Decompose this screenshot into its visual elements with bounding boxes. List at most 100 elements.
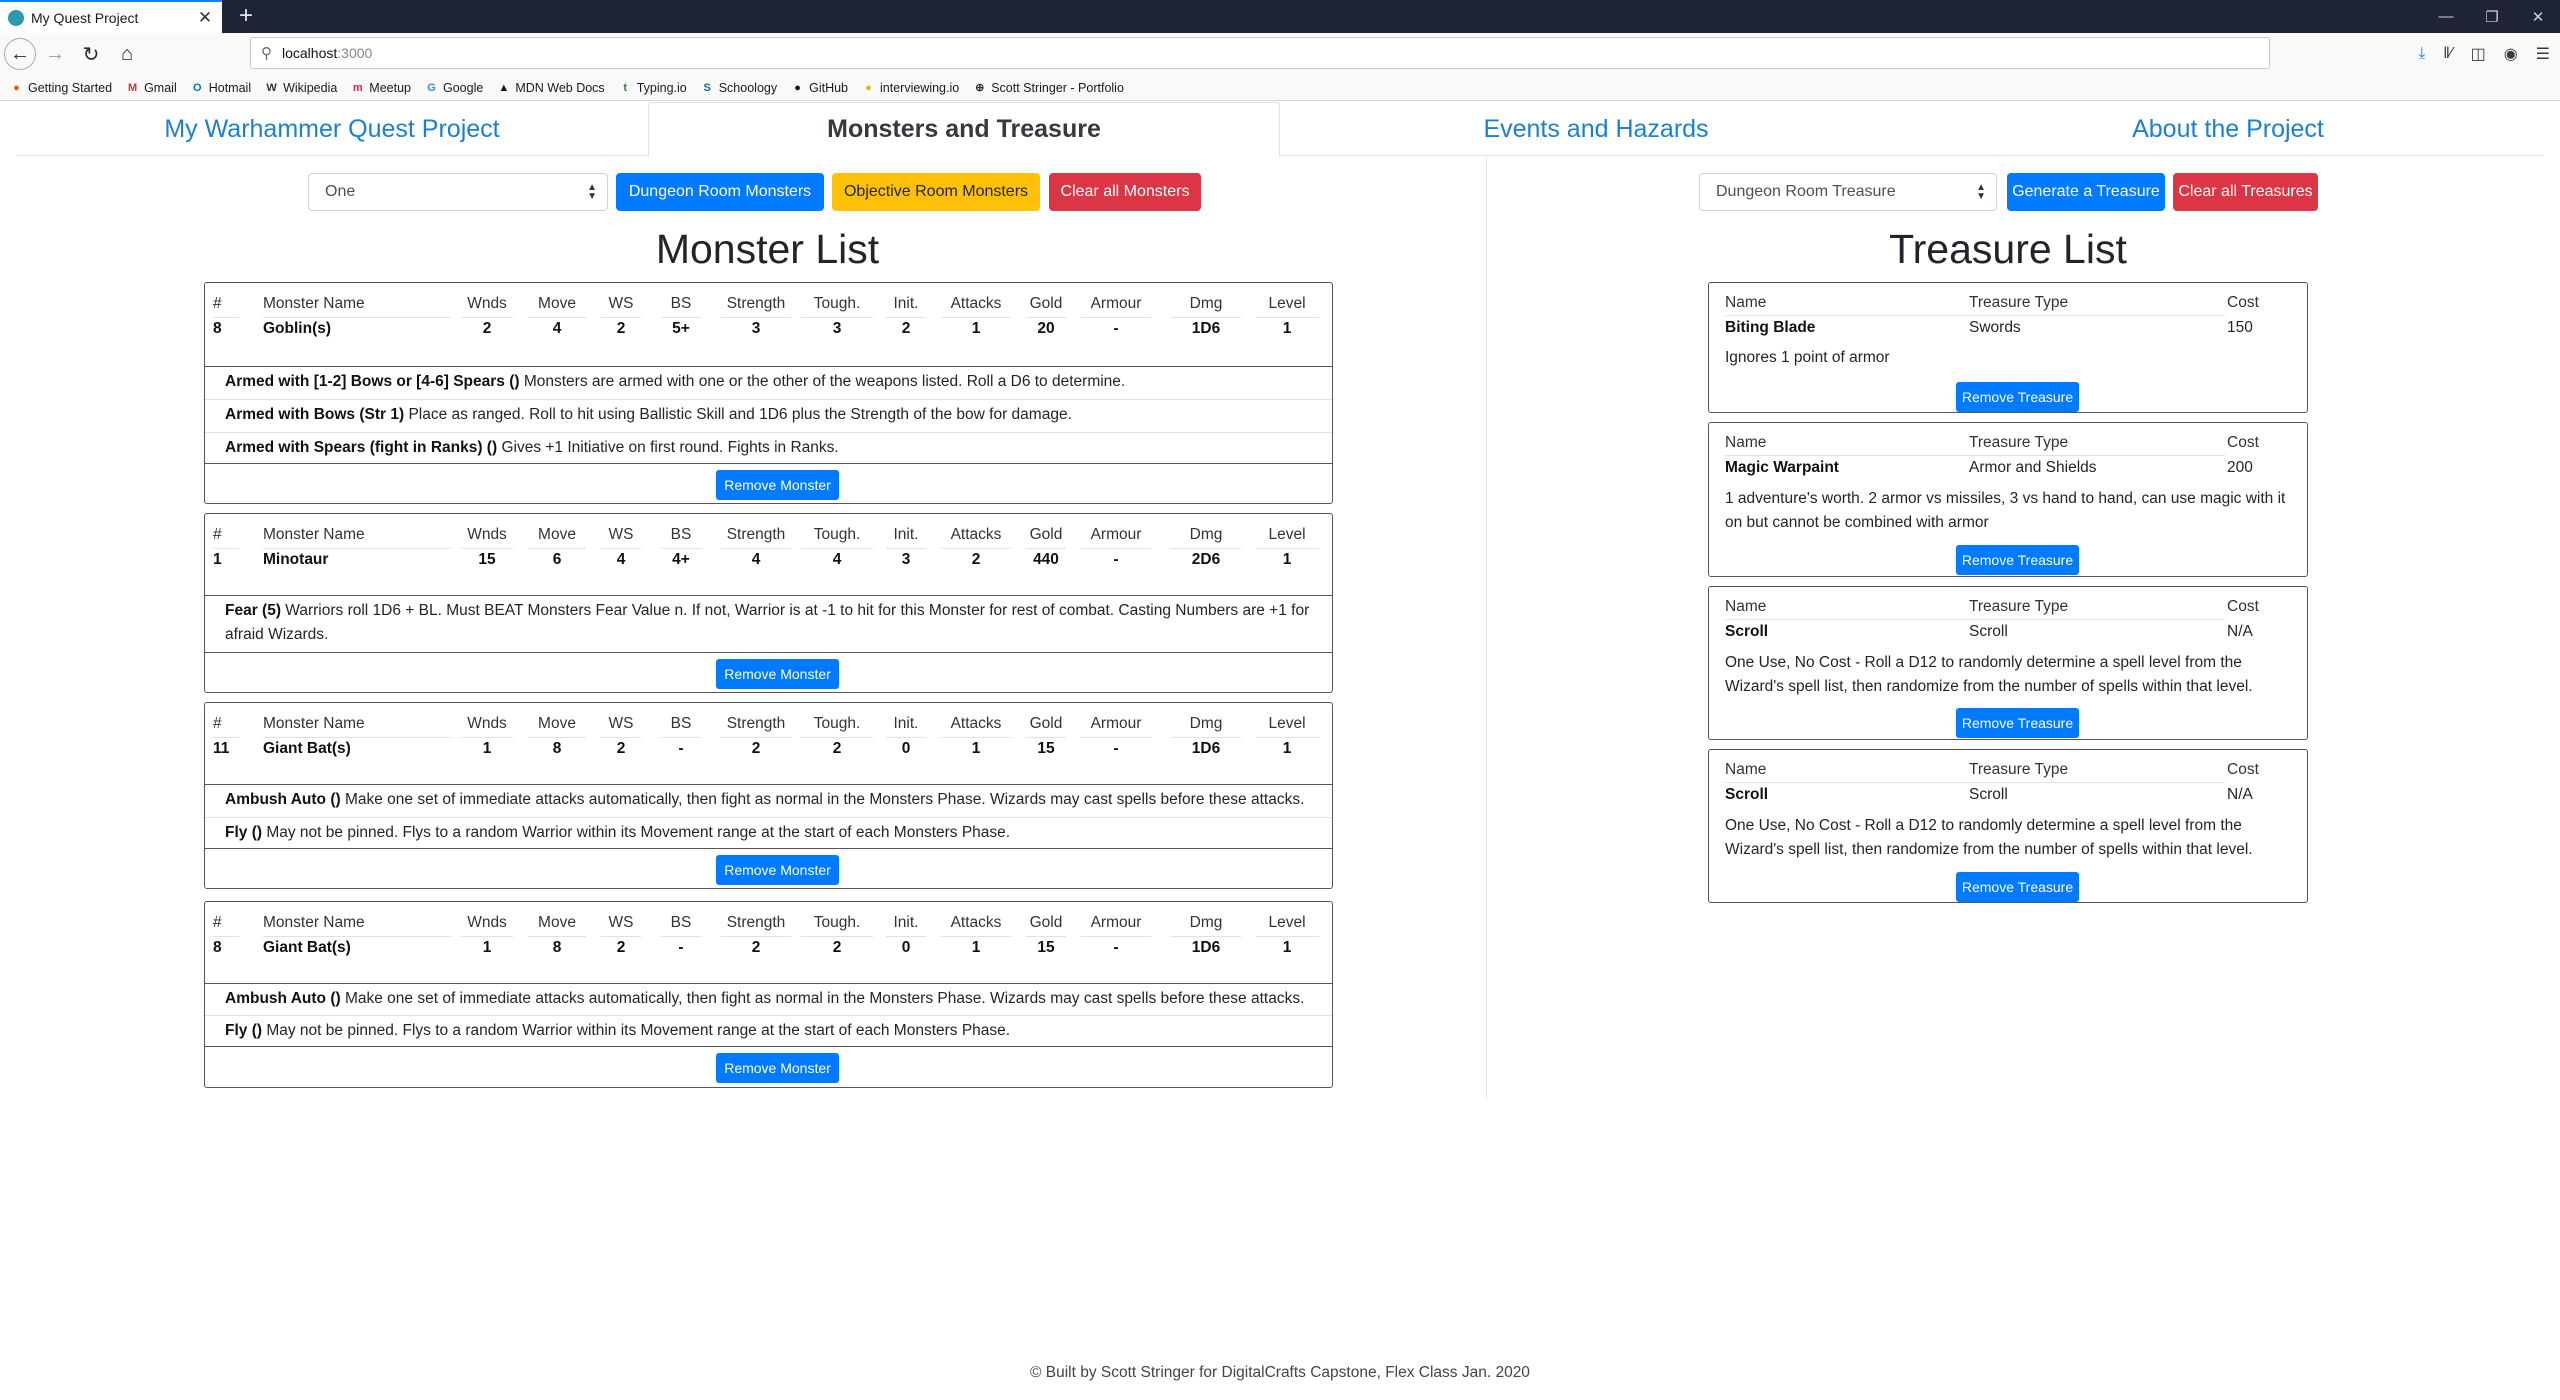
stat-value: 8 [213,939,222,956]
bookmark-item[interactable]: m Meetup [351,81,411,95]
header-underline [1081,548,1151,549]
header-underline [941,936,1011,937]
monster-count-select[interactable]: One ▲ ▼ [308,173,608,211]
address-bar[interactable]: ⚲ localhost :3000 [250,37,2270,69]
ability-text: Monsters are armed with one or the other… [519,373,1126,390]
card-divider [205,1046,1332,1047]
wikipedia-icon: W [266,81,277,94]
bookmark-item[interactable]: ● Getting Started [10,81,112,95]
url-host: localhost [282,45,338,61]
bookmark-item[interactable]: G Google [425,81,483,95]
nav-tab-1[interactable]: My Warhammer Quest Project [16,102,648,157]
ability-divider [205,399,1332,400]
header-underline [1725,782,2225,783]
new-tab-button[interactable]: + [232,2,260,30]
minimize-icon[interactable]: — [2436,8,2456,25]
stat-value: 1 [1282,939,1292,956]
meetup-icon: m [352,81,363,94]
reload-icon[interactable]: ↻ [74,37,108,71]
bookmark-item[interactable]: O Hotmail [191,81,251,95]
forward-arrow-icon[interactable]: → [38,37,72,71]
treasure-cost-label: Cost [2227,434,2259,451]
header-underline [1026,936,1066,937]
treasure-cost: N/A [2227,623,2253,640]
account-icon[interactable]: ◉ [2504,44,2518,64]
bookmark-item[interactable]: ▲ MDN Web Docs [497,81,604,95]
bookmark-item[interactable]: W Wikipedia [265,81,337,95]
typing-icon: t [623,81,628,94]
remove-treasure-button[interactable]: Remove Treasure [1956,872,2079,902]
treasure-cost-label: Cost [2227,761,2259,778]
ability-row: Armed with Spears (fight in Ranks) () Gi… [225,436,1320,460]
ability-text: May not be pinned. Flys to a random Warr… [262,1022,1011,1039]
generate-treasure-button[interactable]: Generate a Treasure [2007,173,2165,211]
remove-monster-button[interactable]: Remove Monster [716,659,839,689]
library-icon[interactable]: ‖⁄ [2443,45,2452,63]
remove-monster-button[interactable]: Remove Monster [716,855,839,885]
firefox-icon: ● [13,81,20,94]
objective-room-monsters-button[interactable]: Objective Room Monsters [832,173,1040,211]
stat-value: Goblin(s) [263,320,332,337]
clear-treasures-button[interactable]: Clear all Treasures [2173,173,2318,211]
treasure-type-label: Treasure Type [1969,598,2069,615]
bookmark-item[interactable]: t Typing.io [619,81,686,95]
stat-header: Level [1268,914,1306,931]
remove-treasure-button[interactable]: Remove Treasure [1956,382,2079,412]
nav-tab-4[interactable]: About the Project [1912,102,2544,157]
bookmark-item[interactable]: ● GitHub [791,81,848,95]
download-icon[interactable]: ⤓ [2418,45,2425,63]
bookmark-item[interactable]: M Gmail [126,81,177,95]
treasure-type-select[interactable]: Dungeon Room Treasure ▲ ▼ [1699,173,1997,211]
stat-value: Giant Bat(s) [263,740,351,757]
header-underline [213,548,239,549]
header-underline [1081,737,1151,738]
remove-monster-button[interactable]: Remove Monster [716,1053,839,1083]
header-underline [721,737,791,738]
home-icon[interactable]: ⌂ [110,37,144,71]
tab-title: My Quest Project [31,9,139,26]
bookmark-label: interviewing.io [880,80,960,95]
menu-icon[interactable]: ☰ [2536,44,2550,64]
remove-treasure-button[interactable]: Remove Treasure [1956,708,2079,738]
treasure-card: Name Scroll Treasure Type Scroll Cost N/A One … [1708,749,2308,903]
select-caret-icon: ▲ ▼ [587,182,597,202]
back-arrow-icon[interactable]: ← [4,38,36,70]
treasure-card: Name Magic Warpaint Treasure Type Armor and… [1708,422,2308,577]
header-underline [941,317,1011,318]
nav-tab-2[interactable]: Monsters and Treasure [648,102,1280,157]
header-underline [1171,936,1241,937]
bookmarks-bar: ● Getting Started M Gmail O Hotmail W Wikipedia… [0,75,2560,101]
close-window-icon[interactable]: ✕ [2528,8,2548,26]
stat-header: Monster Name [263,526,365,543]
dungeon-room-monsters-button[interactable]: Dungeon Room Monsters [616,173,824,211]
browser-tab[interactable]: My Quest Project ✕ [0,0,222,33]
remove-monster-button[interactable]: Remove Monster [716,470,839,500]
restore-icon[interactable]: ❐ [2482,8,2502,26]
ability-name: Armed with Bows (Str 1) [225,406,405,423]
ability-text: Gives +1 Initiative on first round. Figh… [497,439,839,456]
bookmark-label: Hotmail [208,80,252,95]
bookmark-item[interactable]: S Schoology [701,81,778,95]
ability-row: Armed with [1-2] Bows or [4-6] Spears ()… [225,370,1320,394]
header-underline [528,936,586,937]
header-underline [1171,317,1241,318]
sidebar-icon[interactable]: ◫ [2471,44,2486,64]
stat-header: # [213,715,222,732]
clear-monsters-button[interactable]: Clear all Monsters [1049,173,1201,211]
header-underline [461,936,513,937]
close-tab-icon[interactable]: ✕ [196,8,214,28]
ability-text: Make one set of immediate attacks automa… [340,791,1305,808]
outlook-icon: O [192,81,202,94]
bookmark-item[interactable]: ⊕ Scott Stringer - Portfolio [973,81,1124,95]
ability-text: May not be pinned. Flys to a random Warr… [262,824,1011,841]
ability-text: Warriors roll 1D6 + BL. Must BEAT Monste… [225,602,1310,643]
treasure-description: One Use, No Cost - Roll a D12 to randoml… [1725,817,2253,858]
header-underline [801,317,873,318]
treasure-card: Name Biting Blade Treasure Type Swords Cost 1… [1708,282,2308,413]
header-underline [1026,548,1066,549]
header-underline [528,317,586,318]
bookmark-item[interactable]: ● interviewing.io [862,81,959,95]
nav-tab-3[interactable]: Events and Hazards [1280,102,1912,157]
header-underline [801,548,873,549]
remove-treasure-button[interactable]: Remove Treasure [1956,545,2079,575]
